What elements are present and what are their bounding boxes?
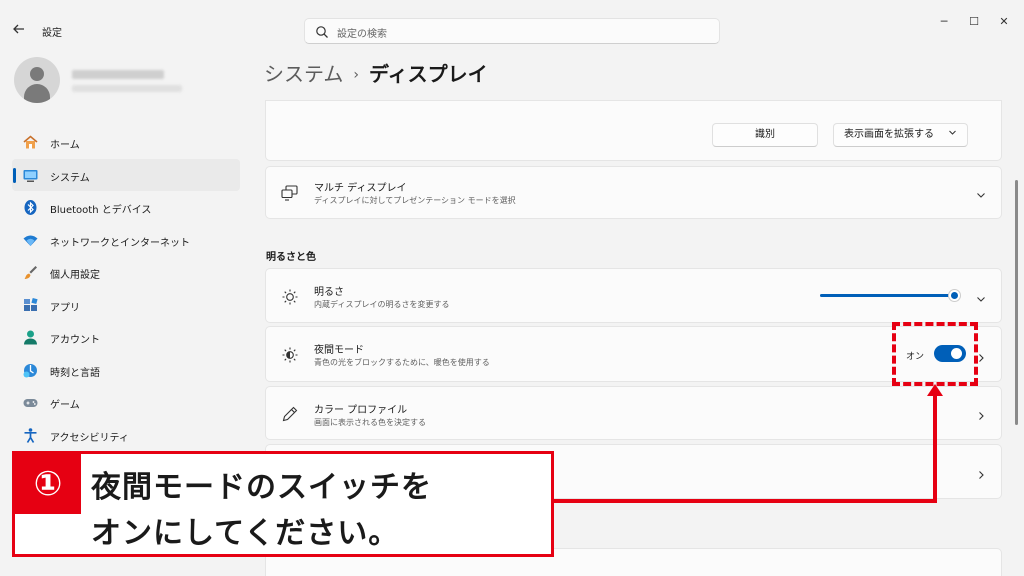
search-input[interactable]: 設定の検索	[304, 18, 720, 44]
search-placeholder: 設定の検索	[337, 29, 387, 40]
sidebar-item-time-language[interactable]: 時刻と言語	[12, 354, 240, 387]
chevron-down-icon	[948, 124, 957, 146]
sidebar-item-network[interactable]: ネットワークとインターネット	[12, 224, 240, 257]
chevron-right-icon[interactable]	[975, 466, 987, 479]
system-icon	[22, 167, 39, 184]
section-brightness-color: 明るさと色	[266, 252, 316, 263]
sidebar-nav: ホーム システム Bluetooth とデバイス ネットワークとインターネット …	[12, 126, 240, 451]
annotation-callout: ① 夜間モードのスイッチを オンにしてください。	[12, 451, 554, 557]
sidebar-item-gaming[interactable]: ゲーム	[12, 386, 240, 419]
multi-display-title: マルチ ディスプレイ	[314, 183, 407, 194]
accessibility-icon	[22, 427, 39, 444]
sidebar-item-label: ホーム	[50, 140, 80, 151]
minimize-button[interactable]: ─	[934, 12, 954, 32]
brightness-slider[interactable]	[820, 294, 960, 297]
brightness-subtitle: 内蔵ディスプレイの明るさを変更する	[314, 300, 450, 309]
extend-display-value: 表示画面を拡張する	[844, 129, 934, 140]
back-arrow-icon[interactable]	[10, 22, 28, 40]
sidebar-item-label: アプリ	[50, 302, 80, 314]
account-icon	[22, 329, 39, 346]
sidebar-item-accounts[interactable]: アカウント	[12, 321, 240, 354]
sidebar-item-personalization[interactable]: 個人用設定	[12, 256, 240, 289]
globe-icon	[22, 362, 39, 379]
night-light-subtitle: 青色の光をブロックするために、暖色を使用する	[314, 358, 490, 367]
annotation-connector-horizontal	[552, 499, 937, 503]
page-title: ディスプレイ	[369, 62, 488, 86]
annotation-highlight-box	[892, 322, 978, 386]
wifi-icon	[22, 232, 39, 249]
sidebar-item-label: ゲーム	[50, 400, 80, 411]
annotation-step-number: ①	[15, 454, 81, 514]
sidebar-item-label: アクセシビリティ	[50, 432, 129, 444]
avatar[interactable]	[14, 57, 60, 103]
sidebar-item-home[interactable]: ホーム	[12, 126, 240, 159]
avatar-head	[30, 67, 44, 81]
brush-icon	[22, 264, 39, 281]
scrollbar-thumb[interactable]	[1015, 180, 1018, 425]
display-arrangement-card: 識別 表示画面を拡張する	[265, 100, 1002, 161]
multi-display-subtitle: ディスプレイに対してプレゼンテーション モードを選択	[314, 196, 516, 205]
identify-button[interactable]: 識別	[712, 123, 818, 147]
title-bar: 設定 設定の検索 ─ ☐ ✕	[0, 0, 1024, 48]
app-title: 設定	[42, 28, 62, 39]
sidebar-item-label: 個人用設定	[50, 270, 100, 281]
annotation-connector-vertical	[933, 390, 937, 502]
multi-display-card[interactable]: マルチ ディスプレイ ディスプレイに対してプレゼンテーション モードを選択	[265, 166, 1002, 219]
scrollbar[interactable]	[1014, 100, 1019, 570]
sidebar-item-label: システム	[50, 172, 90, 184]
annotation-text-line2: オンにしてください。	[91, 516, 400, 551]
sidebar-item-bluetooth[interactable]: Bluetooth とデバイス	[12, 191, 240, 224]
user-name-blurred	[72, 70, 164, 79]
night-light-title: 夜間モード	[314, 345, 364, 356]
sidebar-item-label: 時刻と言語	[50, 367, 100, 379]
chevron-down-icon[interactable]	[975, 290, 987, 302]
gamepad-icon	[22, 394, 39, 411]
user-email-blurred	[72, 85, 182, 92]
sidebar-item-system[interactable]: システム	[12, 158, 240, 191]
breadcrumb: システム › ディスプレイ	[264, 58, 488, 87]
sidebar-item-apps[interactable]: アプリ	[12, 289, 240, 322]
color-profile-card[interactable]: カラー プロファイル 画面に表示される色を決定する	[265, 386, 1002, 440]
sidebar-item-label: Bluetooth とデバイス	[50, 205, 152, 216]
brightness-title: 明るさ	[314, 287, 344, 298]
eyedropper-icon	[280, 404, 300, 424]
sidebar-item-label: アカウント	[50, 335, 100, 346]
search-icon	[315, 24, 329, 38]
apps-icon	[22, 297, 39, 314]
annotation-text-line1: 夜間モードのスイッチを	[91, 470, 432, 505]
avatar-shoulders	[24, 84, 50, 103]
sidebar-item-accessibility[interactable]: アクセシビリティ	[12, 419, 240, 452]
chevron-right-icon[interactable]	[975, 407, 987, 420]
brightness-slider-fill	[820, 294, 955, 297]
bluetooth-icon	[22, 199, 39, 216]
breadcrumb-parent[interactable]: システム	[264, 62, 343, 86]
night-light-icon	[280, 345, 300, 365]
chevron-down-icon[interactable]	[975, 186, 987, 198]
sun-icon	[280, 287, 300, 307]
color-profile-title: カラー プロファイル	[314, 405, 408, 416]
maximize-button[interactable]: ☐	[964, 12, 984, 32]
close-button[interactable]: ✕	[994, 12, 1014, 32]
extend-display-select[interactable]: 表示画面を拡張する	[833, 123, 968, 147]
breadcrumb-separator: ›	[353, 67, 360, 83]
color-profile-subtitle: 画面に表示される色を決定する	[314, 418, 426, 427]
multi-display-icon	[280, 183, 300, 203]
sidebar-item-label: ネットワークとインターネット	[50, 237, 190, 249]
home-icon	[22, 134, 39, 151]
